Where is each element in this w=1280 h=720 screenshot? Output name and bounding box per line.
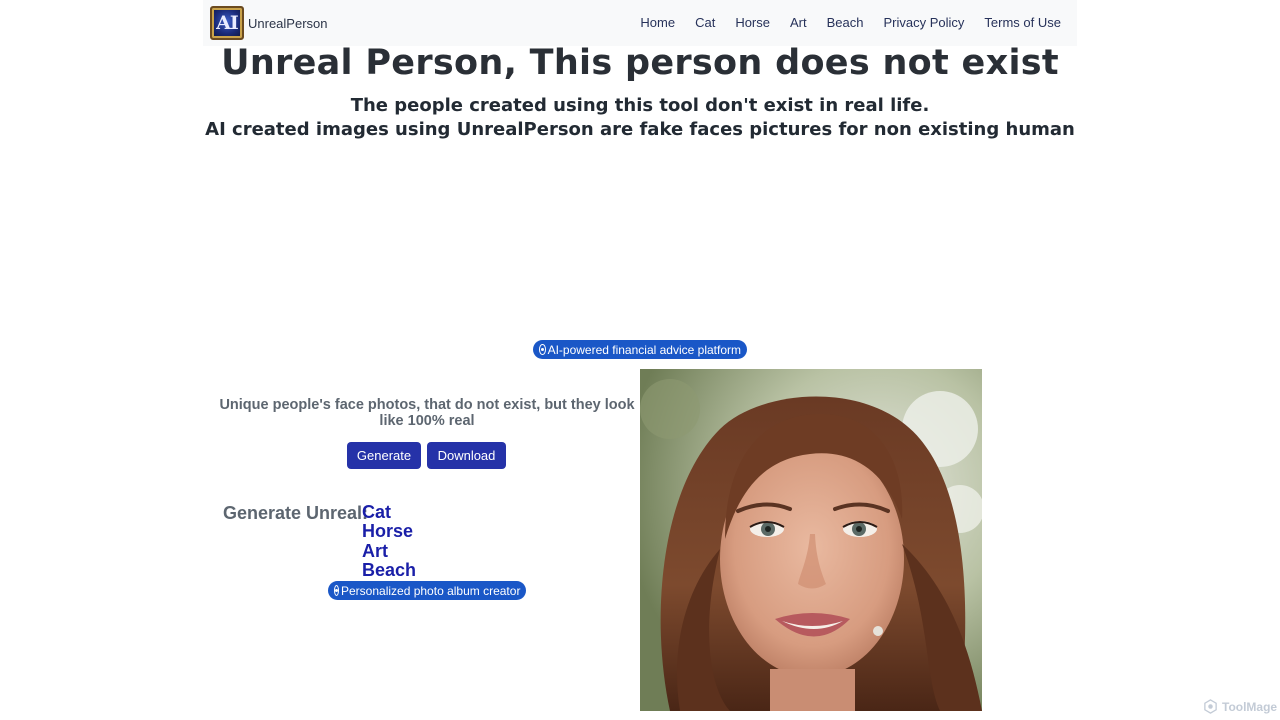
watermark-label: ToolMage: [1222, 699, 1278, 714]
generate-link-beach[interactable]: Beach: [362, 560, 416, 580]
download-button[interactable]: Download: [427, 442, 506, 469]
page-subtitle-line-2: AI created images using UnrealPerson are…: [205, 119, 1075, 140]
generate-link-horse[interactable]: Horse: [362, 521, 416, 541]
generate-link-cat[interactable]: Cat: [362, 502, 416, 522]
brand-link[interactable]: AI UnrealPerson: [210, 6, 328, 40]
nav-link-art[interactable]: Art: [790, 15, 807, 31]
ad-link-financial-advice[interactable]: AI-powered financial advice platform: [533, 340, 747, 359]
ad-link-label: Personalized photo album creator: [341, 583, 521, 598]
face-portrait-illustration: [640, 369, 982, 711]
toolmage-logo-icon: [1204, 699, 1217, 714]
nav-link-horse[interactable]: Horse: [735, 15, 770, 31]
nav-link-beach[interactable]: Beach: [827, 15, 864, 31]
ad-link-label: AI-powered financial advice platform: [547, 342, 741, 357]
generated-face-image: [640, 369, 982, 711]
navbar: AI UnrealPerson Home Cat Horse Art Beach…: [203, 0, 1077, 46]
generator-tagline: Unique people's face photos, that do not…: [219, 397, 635, 429]
ad-target-icon: [334, 585, 339, 596]
generate-link-art[interactable]: Art: [362, 541, 416, 561]
generate-unreal-links: Cat Horse Art Beach: [362, 502, 416, 580]
nav-link-terms-of-use[interactable]: Terms of Use: [984, 15, 1061, 31]
page-subtitle-line-1: The people created using this tool don't…: [350, 95, 930, 116]
ad-target-icon: [539, 344, 546, 355]
nav-link-cat[interactable]: Cat: [695, 15, 715, 31]
brand-name: UnrealPerson: [248, 15, 328, 31]
nav-link-home[interactable]: Home: [640, 15, 675, 31]
nav-link-privacy-policy[interactable]: Privacy Policy: [884, 15, 965, 31]
ad-link-photo-album[interactable]: Personalized photo album creator: [328, 581, 526, 600]
page-title: Unreal Person, This person does not exis…: [221, 43, 1059, 83]
toolmage-watermark: ToolMage: [1203, 699, 1277, 714]
nav-links: Home Cat Horse Art Beach Privacy Policy …: [640, 15, 1061, 31]
generate-button[interactable]: Generate: [347, 442, 421, 469]
generate-unreal-label: Generate Unreal:: [223, 503, 369, 523]
brand-logo: AI: [210, 6, 244, 40]
